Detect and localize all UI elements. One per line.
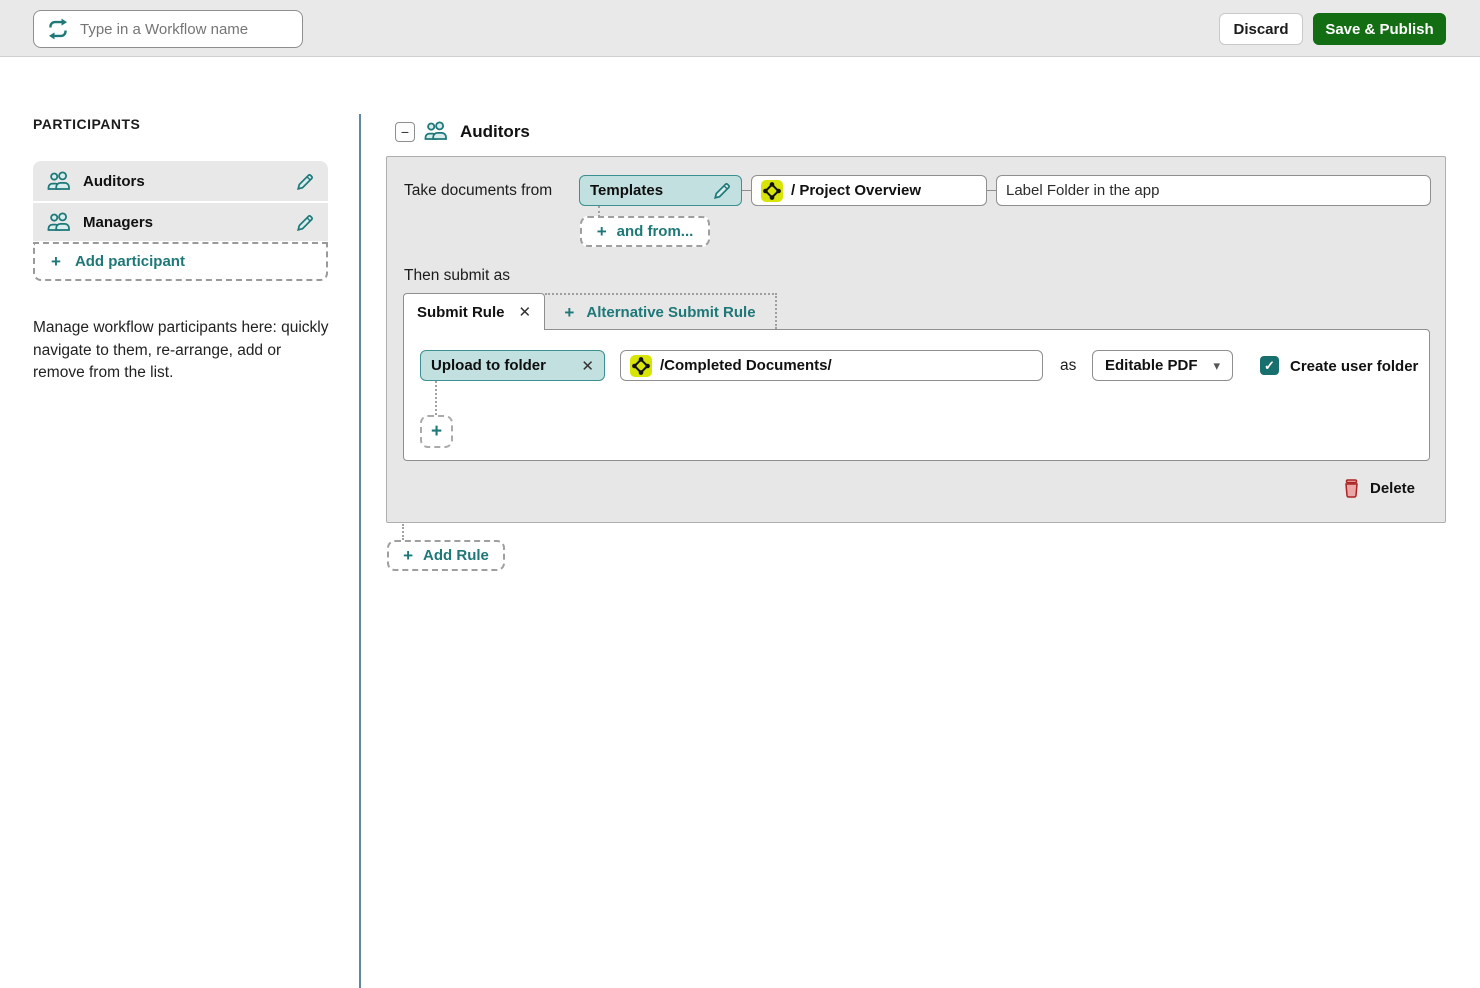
collapse-section-button[interactable]: −: [395, 122, 415, 142]
sidebar-main-divider: [359, 114, 361, 988]
plus-icon: +: [51, 252, 61, 271]
workflow-name-field[interactable]: [33, 10, 303, 48]
folder-label-field[interactable]: [996, 175, 1431, 206]
as-label: as: [1060, 357, 1077, 374]
edit-pencil-icon[interactable]: [295, 172, 314, 191]
section-title: Auditors: [460, 122, 530, 141]
participants-heading: PARTICIPANTS: [33, 116, 141, 132]
tab-label: Submit Rule: [416, 303, 505, 321]
alternative-tab-label: Alternative Submit Rule: [586, 303, 756, 321]
add-rule-label: Add Rule: [423, 547, 489, 564]
add-rule-button[interactable]: + Add Rule: [387, 540, 505, 571]
folder-hub-icon: [761, 179, 783, 202]
and-from-label: and from...: [616, 223, 694, 240]
folder-hub-icon: [630, 354, 652, 377]
discard-button[interactable]: Discard: [1219, 13, 1303, 45]
participant-label: Auditors: [83, 172, 145, 190]
connector-line: [987, 190, 996, 191]
add-participant-button[interactable]: + Add participant: [33, 242, 328, 281]
tab-alternative-submit-rule[interactable]: + Alternative Submit Rule: [545, 293, 777, 329]
create-user-folder-label: Create user folder: [1290, 358, 1419, 375]
workflow-cycle-icon: [47, 18, 69, 40]
participant-row-managers[interactable]: Managers: [33, 201, 328, 241]
close-tab-icon[interactable]: ✕: [518, 303, 531, 321]
source-folder-box[interactable]: / Project Overview: [751, 175, 987, 206]
top-toolbar: Discard Save & Publish: [0, 0, 1480, 57]
source-folder-path: / Project Overview: [791, 182, 922, 199]
add-participant-label: Add participant: [74, 253, 185, 270]
delete-rule-button[interactable]: Delete: [1343, 479, 1415, 498]
save-publish-button[interactable]: Save & Publish: [1313, 13, 1446, 45]
people-icon: [424, 121, 447, 140]
plus-icon: +: [403, 546, 414, 565]
edit-pencil-icon[interactable]: [712, 181, 731, 200]
edit-pencil-icon[interactable]: [295, 213, 314, 232]
source-chip-label: Templates: [590, 182, 664, 199]
source-chip-templates[interactable]: Templates: [579, 175, 742, 206]
create-user-folder-checkbox[interactable]: ✓: [1260, 356, 1279, 375]
tab-submit-rule[interactable]: Submit Rule ✕: [403, 293, 545, 330]
participants-list: Auditors Managers: [33, 161, 328, 241]
then-submit-as-label: Then submit as: [404, 267, 510, 284]
chevron-down-icon: ▾: [1213, 357, 1220, 373]
workflow-name-input[interactable]: [80, 20, 290, 38]
participant-row-auditors[interactable]: Auditors: [33, 161, 328, 201]
and-from-button[interactable]: + and from...: [580, 216, 710, 247]
delete-label: Delete: [1370, 480, 1416, 497]
plus-icon: +: [564, 302, 575, 322]
action-chip-upload-to-folder[interactable]: Upload to folder ✕: [420, 350, 605, 381]
dotted-connector: [435, 381, 437, 415]
participants-description: Manage workflow participants here: quick…: [33, 319, 329, 381]
dotted-connector: [402, 524, 404, 540]
people-icon: [47, 212, 70, 231]
format-dropdown[interactable]: Editable PDF ▾: [1092, 350, 1233, 381]
plus-icon: +: [430, 421, 443, 442]
workflow-editor-page: Discard Save & Publish PARTICIPANTS Audi…: [0, 0, 1480, 988]
submit-rule-box: Upload to folder ✕ /Completed Documents/…: [403, 329, 1430, 461]
people-icon: [47, 171, 70, 190]
folder-label-input[interactable]: [1006, 182, 1421, 199]
format-selected-value: Editable PDF: [1105, 357, 1198, 374]
add-action-button[interactable]: +: [420, 415, 453, 448]
remove-action-icon[interactable]: ✕: [581, 357, 594, 375]
action-chip-label: Upload to folder: [431, 357, 546, 374]
participant-label: Managers: [83, 213, 154, 231]
connector-line: [742, 190, 751, 191]
trash-icon: [1345, 479, 1358, 498]
destination-folder-path: /Completed Documents/: [660, 357, 832, 374]
plus-icon: +: [596, 222, 607, 241]
take-documents-from-label: Take documents from: [404, 182, 553, 199]
destination-folder-box[interactable]: /Completed Documents/: [620, 350, 1043, 381]
